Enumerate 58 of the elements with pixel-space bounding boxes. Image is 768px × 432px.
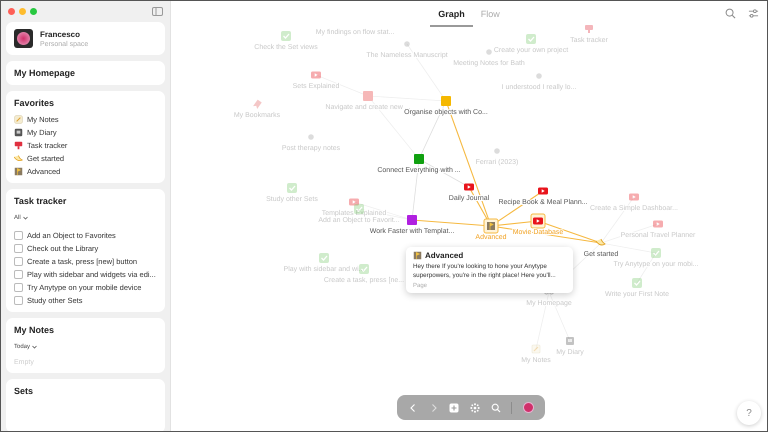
- search-icon[interactable]: [725, 8, 736, 19]
- spark-icon: [14, 154, 23, 163]
- sidebar-toggle-icon[interactable]: [152, 7, 163, 16]
- profile-name: Francesco: [40, 30, 82, 38]
- flag-icon: [14, 167, 23, 176]
- task-checkbox[interactable]: [14, 244, 23, 253]
- widget-title: Favorites: [14, 98, 56, 108]
- notepad-icon: [532, 344, 540, 354]
- pin-icon: [14, 141, 23, 150]
- video-icon: [653, 220, 663, 228]
- view-tab[interactable]: Graph: [430, 7, 473, 27]
- dot-icon: [494, 148, 500, 154]
- pin-icon: [585, 25, 593, 33]
- close-window-button[interactable]: [8, 8, 15, 15]
- notepad-icon: [14, 115, 23, 124]
- tooltip-title: Advanced: [425, 251, 464, 260]
- video-icon: [629, 194, 639, 200]
- view-tab[interactable]: Flow: [472, 7, 508, 27]
- checkbox-icon: [651, 248, 661, 258]
- dot-icon: [404, 41, 410, 47]
- zoom-window-button[interactable]: [30, 8, 37, 15]
- widget-title: Task tracker: [14, 196, 68, 206]
- dot-icon: [486, 49, 492, 55]
- avatar-icon: [14, 29, 33, 48]
- flag-icon: [487, 222, 495, 230]
- task-checkbox[interactable]: [14, 257, 23, 266]
- video-icon: [311, 72, 321, 78]
- widget-title: My Notes: [14, 325, 56, 335]
- video-icon: [464, 184, 474, 190]
- task-checkbox[interactable]: [14, 296, 23, 305]
- checkbox-icon: [281, 31, 291, 41]
- profile-avatar-icon[interactable]: [522, 402, 534, 413]
- plus-icon[interactable]: [449, 402, 460, 412]
- checkbox-icon: [526, 34, 536, 44]
- dot-icon: [308, 134, 314, 140]
- dot-icon: [536, 73, 542, 79]
- minimize-window-button[interactable]: [19, 8, 26, 15]
- diary-icon: [14, 128, 23, 137]
- spark-icon: [596, 238, 606, 246]
- bookmark-icon: [253, 100, 262, 109]
- chevron-down-icon: [22, 216, 28, 220]
- video-icon: [349, 198, 359, 206]
- settings-icon[interactable]: [748, 8, 759, 19]
- video-icon: [538, 188, 548, 194]
- video-icon: [533, 218, 543, 224]
- checkbox-icon: [319, 253, 329, 263]
- widget-title: Sets: [14, 386, 34, 396]
- help-button[interactable]: ?: [737, 401, 761, 425]
- task-checkbox[interactable]: [14, 283, 23, 292]
- task-checkbox[interactable]: [14, 231, 23, 240]
- flag-icon: [413, 251, 422, 260]
- search-icon[interactable]: [490, 402, 501, 412]
- chevron-down-icon: [32, 345, 38, 349]
- checkbox-icon: [287, 183, 297, 193]
- task-checkbox[interactable]: [14, 270, 23, 279]
- diary-icon: [566, 337, 574, 345]
- checkbox-icon: [632, 278, 642, 288]
- graph-icon[interactable]: [470, 402, 480, 412]
